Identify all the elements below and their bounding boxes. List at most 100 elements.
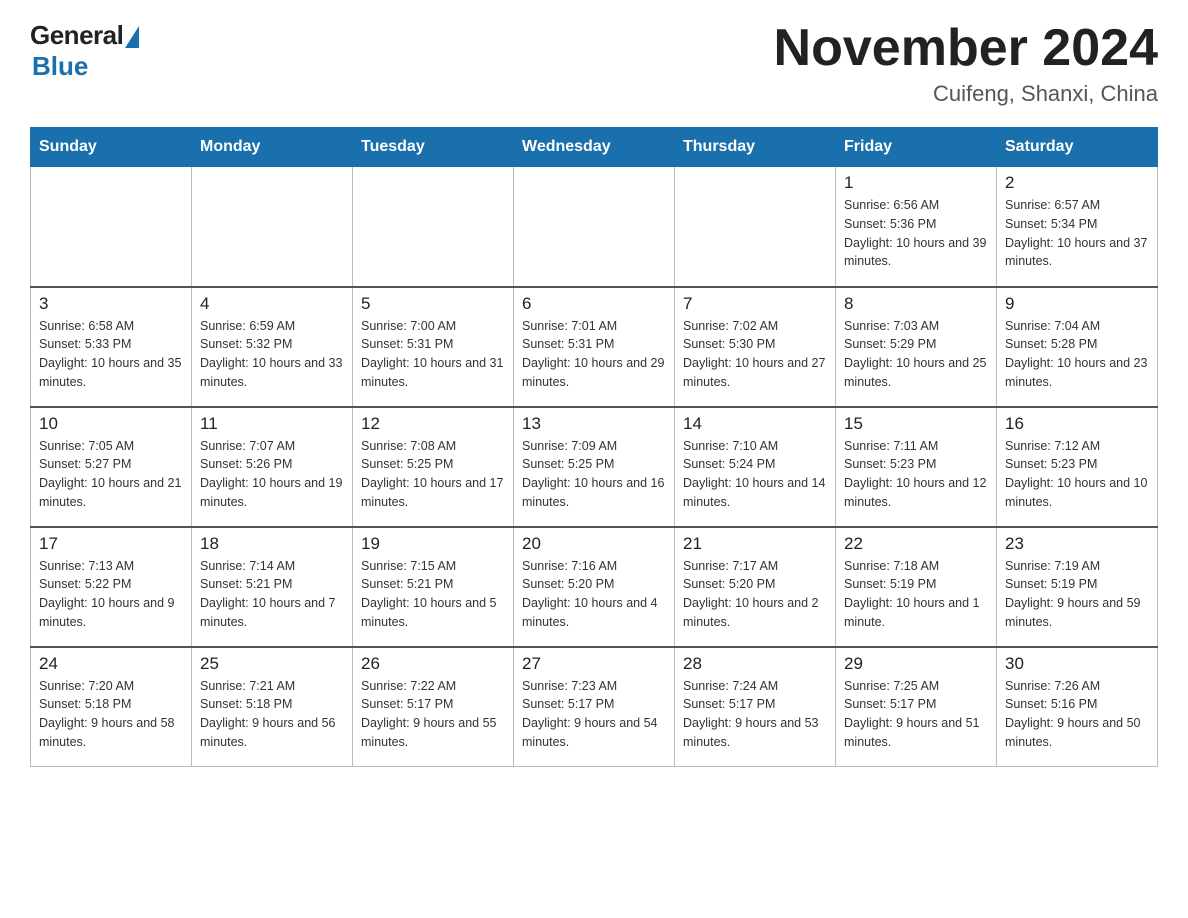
day-number: 4 bbox=[200, 294, 344, 314]
calendar-cell: 18 Sunrise: 7:14 AMSunset: 5:21 PMDayligh… bbox=[192, 527, 353, 647]
calendar-cell bbox=[514, 167, 675, 287]
day-info: Sunrise: 7:00 AMSunset: 5:31 PMDaylight:… bbox=[361, 317, 505, 392]
day-number: 25 bbox=[200, 654, 344, 674]
day-info: Sunrise: 6:57 AMSunset: 5:34 PMDaylight:… bbox=[1005, 196, 1149, 271]
calendar-cell: 9 Sunrise: 7:04 AMSunset: 5:28 PMDaylight… bbox=[997, 287, 1158, 407]
day-info: Sunrise: 7:23 AMSunset: 5:17 PMDaylight:… bbox=[522, 677, 666, 752]
calendar-cell: 13 Sunrise: 7:09 AMSunset: 5:25 PMDayligh… bbox=[514, 407, 675, 527]
calendar-cell: 30Sunrise: 7:26 AMSunset: 5:16 PMDayligh… bbox=[997, 647, 1158, 767]
calendar-cell: 2 Sunrise: 6:57 AMSunset: 5:34 PMDaylight… bbox=[997, 167, 1158, 287]
day-number: 6 bbox=[522, 294, 666, 314]
day-number: 5 bbox=[361, 294, 505, 314]
weekday-header: Thursday bbox=[675, 128, 836, 167]
day-info: Sunrise: 7:09 AMSunset: 5:25 PMDaylight:… bbox=[522, 437, 666, 512]
day-number: 8 bbox=[844, 294, 988, 314]
day-number: 24 bbox=[39, 654, 183, 674]
location-text: Cuifeng, Shanxi, China bbox=[774, 81, 1158, 107]
day-number: 12 bbox=[361, 414, 505, 434]
day-number: 15 bbox=[844, 414, 988, 434]
day-number: 26 bbox=[361, 654, 505, 674]
calendar-cell: 27 Sunrise: 7:23 AMSunset: 5:17 PMDayligh… bbox=[514, 647, 675, 767]
calendar-cell: 4Sunrise: 6:59 AMSunset: 5:32 PMDaylight… bbox=[192, 287, 353, 407]
calendar-cell: 6 Sunrise: 7:01 AMSunset: 5:31 PMDaylight… bbox=[514, 287, 675, 407]
logo: General Blue bbox=[30, 20, 139, 82]
calendar-cell: 14 Sunrise: 7:10 AMSunset: 5:24 PMDayligh… bbox=[675, 407, 836, 527]
day-number: 21 bbox=[683, 534, 827, 554]
calendar-cell: 23 Sunrise: 7:19 AMSunset: 5:19 PMDayligh… bbox=[997, 527, 1158, 647]
day-number: 20 bbox=[522, 534, 666, 554]
day-number: 19 bbox=[361, 534, 505, 554]
day-number: 16 bbox=[1005, 414, 1149, 434]
day-number: 2 bbox=[1005, 173, 1149, 193]
calendar-table: SundayMondayTuesdayWednesdayThursdayFrid… bbox=[30, 127, 1158, 767]
calendar-cell: 20 Sunrise: 7:16 AMSunset: 5:20 PMDayligh… bbox=[514, 527, 675, 647]
calendar-week-row: 3Sunrise: 6:58 AMSunset: 5:33 PMDaylight… bbox=[31, 287, 1158, 407]
title-section: November 2024 Cuifeng, Shanxi, China bbox=[774, 20, 1158, 107]
calendar-cell: 11Sunrise: 7:07 AMSunset: 5:26 PMDayligh… bbox=[192, 407, 353, 527]
day-info: Sunrise: 7:05 AMSunset: 5:27 PMDaylight:… bbox=[39, 437, 183, 512]
weekday-header: Sunday bbox=[31, 128, 192, 167]
calendar-cell: 10Sunrise: 7:05 AMSunset: 5:27 PMDayligh… bbox=[31, 407, 192, 527]
day-number: 22 bbox=[844, 534, 988, 554]
day-info: Sunrise: 7:03 AMSunset: 5:29 PMDaylight:… bbox=[844, 317, 988, 392]
day-info: Sunrise: 7:15 AMSunset: 5:21 PMDaylight:… bbox=[361, 557, 505, 632]
calendar-cell: 3Sunrise: 6:58 AMSunset: 5:33 PMDaylight… bbox=[31, 287, 192, 407]
day-info: Sunrise: 7:19 AMSunset: 5:19 PMDaylight:… bbox=[1005, 557, 1149, 632]
day-info: Sunrise: 7:20 AMSunset: 5:18 PMDaylight:… bbox=[39, 677, 183, 752]
calendar-cell: 7Sunrise: 7:02 AMSunset: 5:30 PMDaylight… bbox=[675, 287, 836, 407]
day-number: 30 bbox=[1005, 654, 1149, 674]
day-info: Sunrise: 7:14 AMSunset: 5:21 PMDaylight:… bbox=[200, 557, 344, 632]
day-info: Sunrise: 7:04 AMSunset: 5:28 PMDaylight:… bbox=[1005, 317, 1149, 392]
calendar-header-row: SundayMondayTuesdayWednesdayThursdayFrid… bbox=[31, 128, 1158, 167]
day-number: 23 bbox=[1005, 534, 1149, 554]
calendar-week-row: 24 Sunrise: 7:20 AMSunset: 5:18 PMDayligh… bbox=[31, 647, 1158, 767]
calendar-cell: 28Sunrise: 7:24 AMSunset: 5:17 PMDayligh… bbox=[675, 647, 836, 767]
calendar-cell: 16Sunrise: 7:12 AMSunset: 5:23 PMDayligh… bbox=[997, 407, 1158, 527]
calendar-cell bbox=[353, 167, 514, 287]
calendar-week-row: 17 Sunrise: 7:13 AMSunset: 5:22 PMDayligh… bbox=[31, 527, 1158, 647]
day-info: Sunrise: 7:21 AMSunset: 5:18 PMDaylight:… bbox=[200, 677, 344, 752]
day-number: 29 bbox=[844, 654, 988, 674]
day-number: 18 bbox=[200, 534, 344, 554]
day-number: 17 bbox=[39, 534, 183, 554]
day-info: Sunrise: 7:17 AMSunset: 5:20 PMDaylight:… bbox=[683, 557, 827, 632]
weekday-header: Tuesday bbox=[353, 128, 514, 167]
day-info: Sunrise: 7:18 AMSunset: 5:19 PMDaylight:… bbox=[844, 557, 988, 632]
weekday-header: Friday bbox=[836, 128, 997, 167]
weekday-header: Wednesday bbox=[514, 128, 675, 167]
calendar-cell: 21 Sunrise: 7:17 AMSunset: 5:20 PMDayligh… bbox=[675, 527, 836, 647]
calendar-cell: 1 Sunrise: 6:56 AMSunset: 5:36 PMDaylight… bbox=[836, 167, 997, 287]
day-info: Sunrise: 7:08 AMSunset: 5:25 PMDaylight:… bbox=[361, 437, 505, 512]
day-info: Sunrise: 6:56 AMSunset: 5:36 PMDaylight:… bbox=[844, 196, 988, 271]
day-number: 9 bbox=[1005, 294, 1149, 314]
calendar-cell: 15 Sunrise: 7:11 AMSunset: 5:23 PMDayligh… bbox=[836, 407, 997, 527]
page-header: General Blue November 2024 Cuifeng, Shan… bbox=[30, 20, 1158, 107]
day-info: Sunrise: 7:13 AMSunset: 5:22 PMDaylight:… bbox=[39, 557, 183, 632]
day-number: 1 bbox=[844, 173, 988, 193]
weekday-header: Monday bbox=[192, 128, 353, 167]
day-info: Sunrise: 7:25 AMSunset: 5:17 PMDaylight:… bbox=[844, 677, 988, 752]
day-number: 28 bbox=[683, 654, 827, 674]
calendar-cell: 24 Sunrise: 7:20 AMSunset: 5:18 PMDayligh… bbox=[31, 647, 192, 767]
calendar-cell bbox=[31, 167, 192, 287]
calendar-cell: 29 Sunrise: 7:25 AMSunset: 5:17 PMDayligh… bbox=[836, 647, 997, 767]
day-info: Sunrise: 7:10 AMSunset: 5:24 PMDaylight:… bbox=[683, 437, 827, 512]
calendar-cell: 26Sunrise: 7:22 AMSunset: 5:17 PMDayligh… bbox=[353, 647, 514, 767]
calendar-cell: 19 Sunrise: 7:15 AMSunset: 5:21 PMDayligh… bbox=[353, 527, 514, 647]
day-number: 7 bbox=[683, 294, 827, 314]
day-number: 27 bbox=[522, 654, 666, 674]
logo-general-text: General bbox=[30, 20, 123, 51]
day-info: Sunrise: 7:01 AMSunset: 5:31 PMDaylight:… bbox=[522, 317, 666, 392]
day-number: 14 bbox=[683, 414, 827, 434]
calendar-week-row: 10Sunrise: 7:05 AMSunset: 5:27 PMDayligh… bbox=[31, 407, 1158, 527]
calendar-cell: 25 Sunrise: 7:21 AMSunset: 5:18 PMDayligh… bbox=[192, 647, 353, 767]
weekday-header: Saturday bbox=[997, 128, 1158, 167]
calendar-cell bbox=[675, 167, 836, 287]
month-title: November 2024 bbox=[774, 20, 1158, 77]
calendar-cell: 8 Sunrise: 7:03 AMSunset: 5:29 PMDaylight… bbox=[836, 287, 997, 407]
day-info: Sunrise: 7:16 AMSunset: 5:20 PMDaylight:… bbox=[522, 557, 666, 632]
calendar-cell: 5 Sunrise: 7:00 AMSunset: 5:31 PMDaylight… bbox=[353, 287, 514, 407]
day-info: Sunrise: 7:11 AMSunset: 5:23 PMDaylight:… bbox=[844, 437, 988, 512]
day-number: 3 bbox=[39, 294, 183, 314]
day-number: 13 bbox=[522, 414, 666, 434]
